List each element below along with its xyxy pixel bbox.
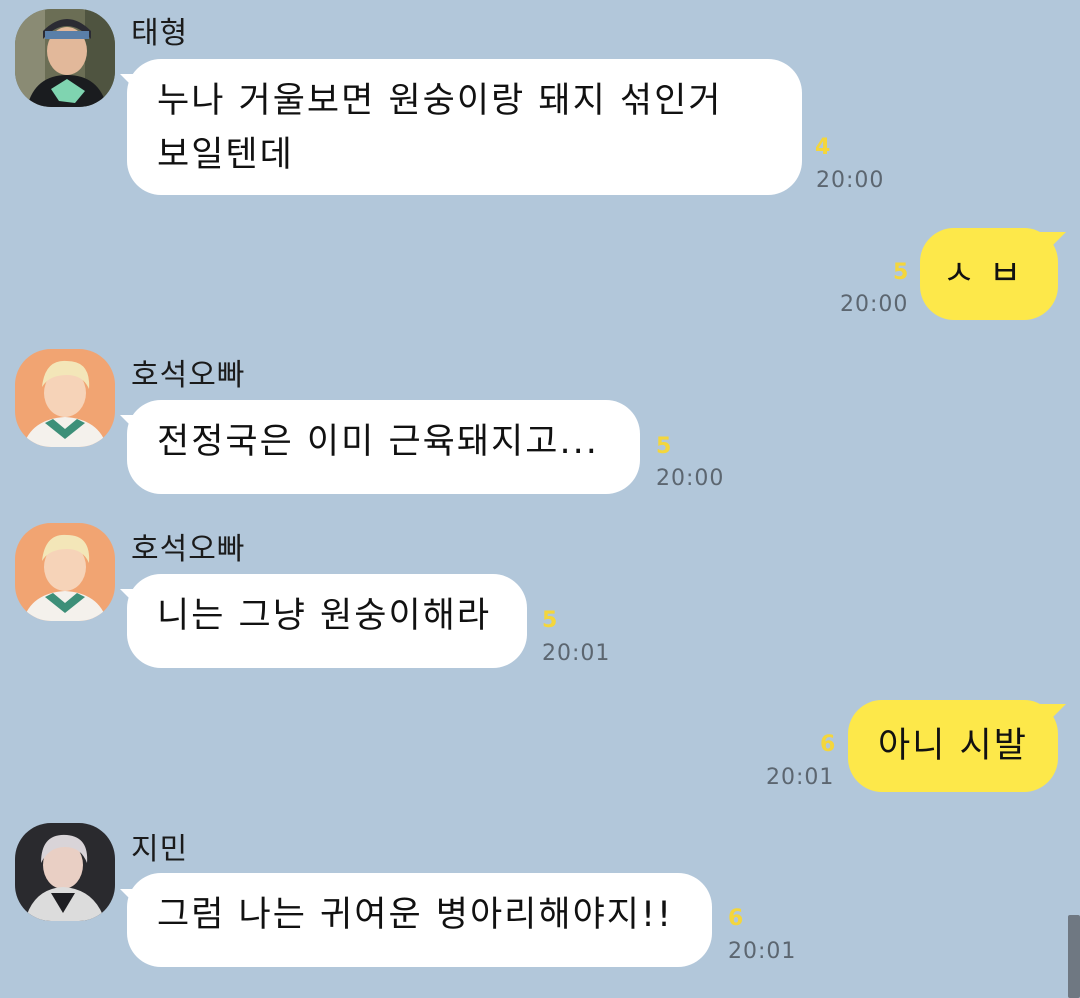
message-text-line: 전정국은 이미 근육돼지고...: [157, 422, 599, 462]
message-text-line: 아니 시발: [878, 726, 1028, 766]
sender-name: 호석오빠: [131, 358, 246, 393]
message-time: 20:01: [766, 765, 835, 790]
bubble-tail: [1040, 704, 1066, 730]
unread-count: 5: [893, 260, 909, 285]
avatar-taehyung[interactable]: [15, 9, 115, 107]
unread-count: 4: [815, 135, 831, 160]
message-bubble[interactable]: 니는 그냥 원숭이해라: [127, 574, 527, 668]
bubble-tail: [1040, 232, 1066, 258]
message-bubble[interactable]: ㅅㅂ: [920, 228, 1058, 320]
unread-count: 5: [656, 434, 672, 459]
sender-name: 호석오빠: [131, 532, 246, 567]
sender-name: 지민: [131, 832, 189, 867]
unread-count: 6: [820, 732, 836, 757]
message-time: 20:00: [816, 168, 885, 193]
message-time: 20:00: [656, 466, 725, 491]
unread-count: 5: [542, 608, 558, 633]
message-time: 20:01: [728, 939, 797, 964]
message-bubble[interactable]: 그럼 나는 귀여운 병아리해야지!!: [127, 873, 712, 967]
message-text-line: 누나 거울보면 원숭이랑 돼지 섞인거: [157, 81, 723, 121]
message-bubble[interactable]: 전정국은 이미 근육돼지고...: [127, 400, 640, 494]
message-time: 20:00: [840, 292, 909, 317]
unread-count: 6: [728, 906, 744, 931]
message-bubble[interactable]: 아니 시발: [848, 700, 1058, 792]
message-text-line: 그럼 나는 귀여운 병아리해야지!!: [157, 895, 674, 935]
message-text-line: ㅅㅂ: [942, 254, 1036, 294]
scrollbar-thumb[interactable]: [1068, 915, 1080, 998]
message-time: 20:01: [542, 641, 611, 666]
avatar-hoseok[interactable]: [15, 349, 115, 447]
message-bubble[interactable]: 누나 거울보면 원숭이랑 돼지 섞인거 보일텐데: [127, 59, 802, 195]
message-text-line: 보일텐데: [157, 135, 294, 175]
message-text-line: 니는 그냥 원숭이해라: [157, 596, 492, 636]
avatar-hoseok[interactable]: [15, 523, 115, 621]
avatar-jimin[interactable]: [15, 823, 115, 921]
sender-name: 태형: [131, 16, 189, 51]
